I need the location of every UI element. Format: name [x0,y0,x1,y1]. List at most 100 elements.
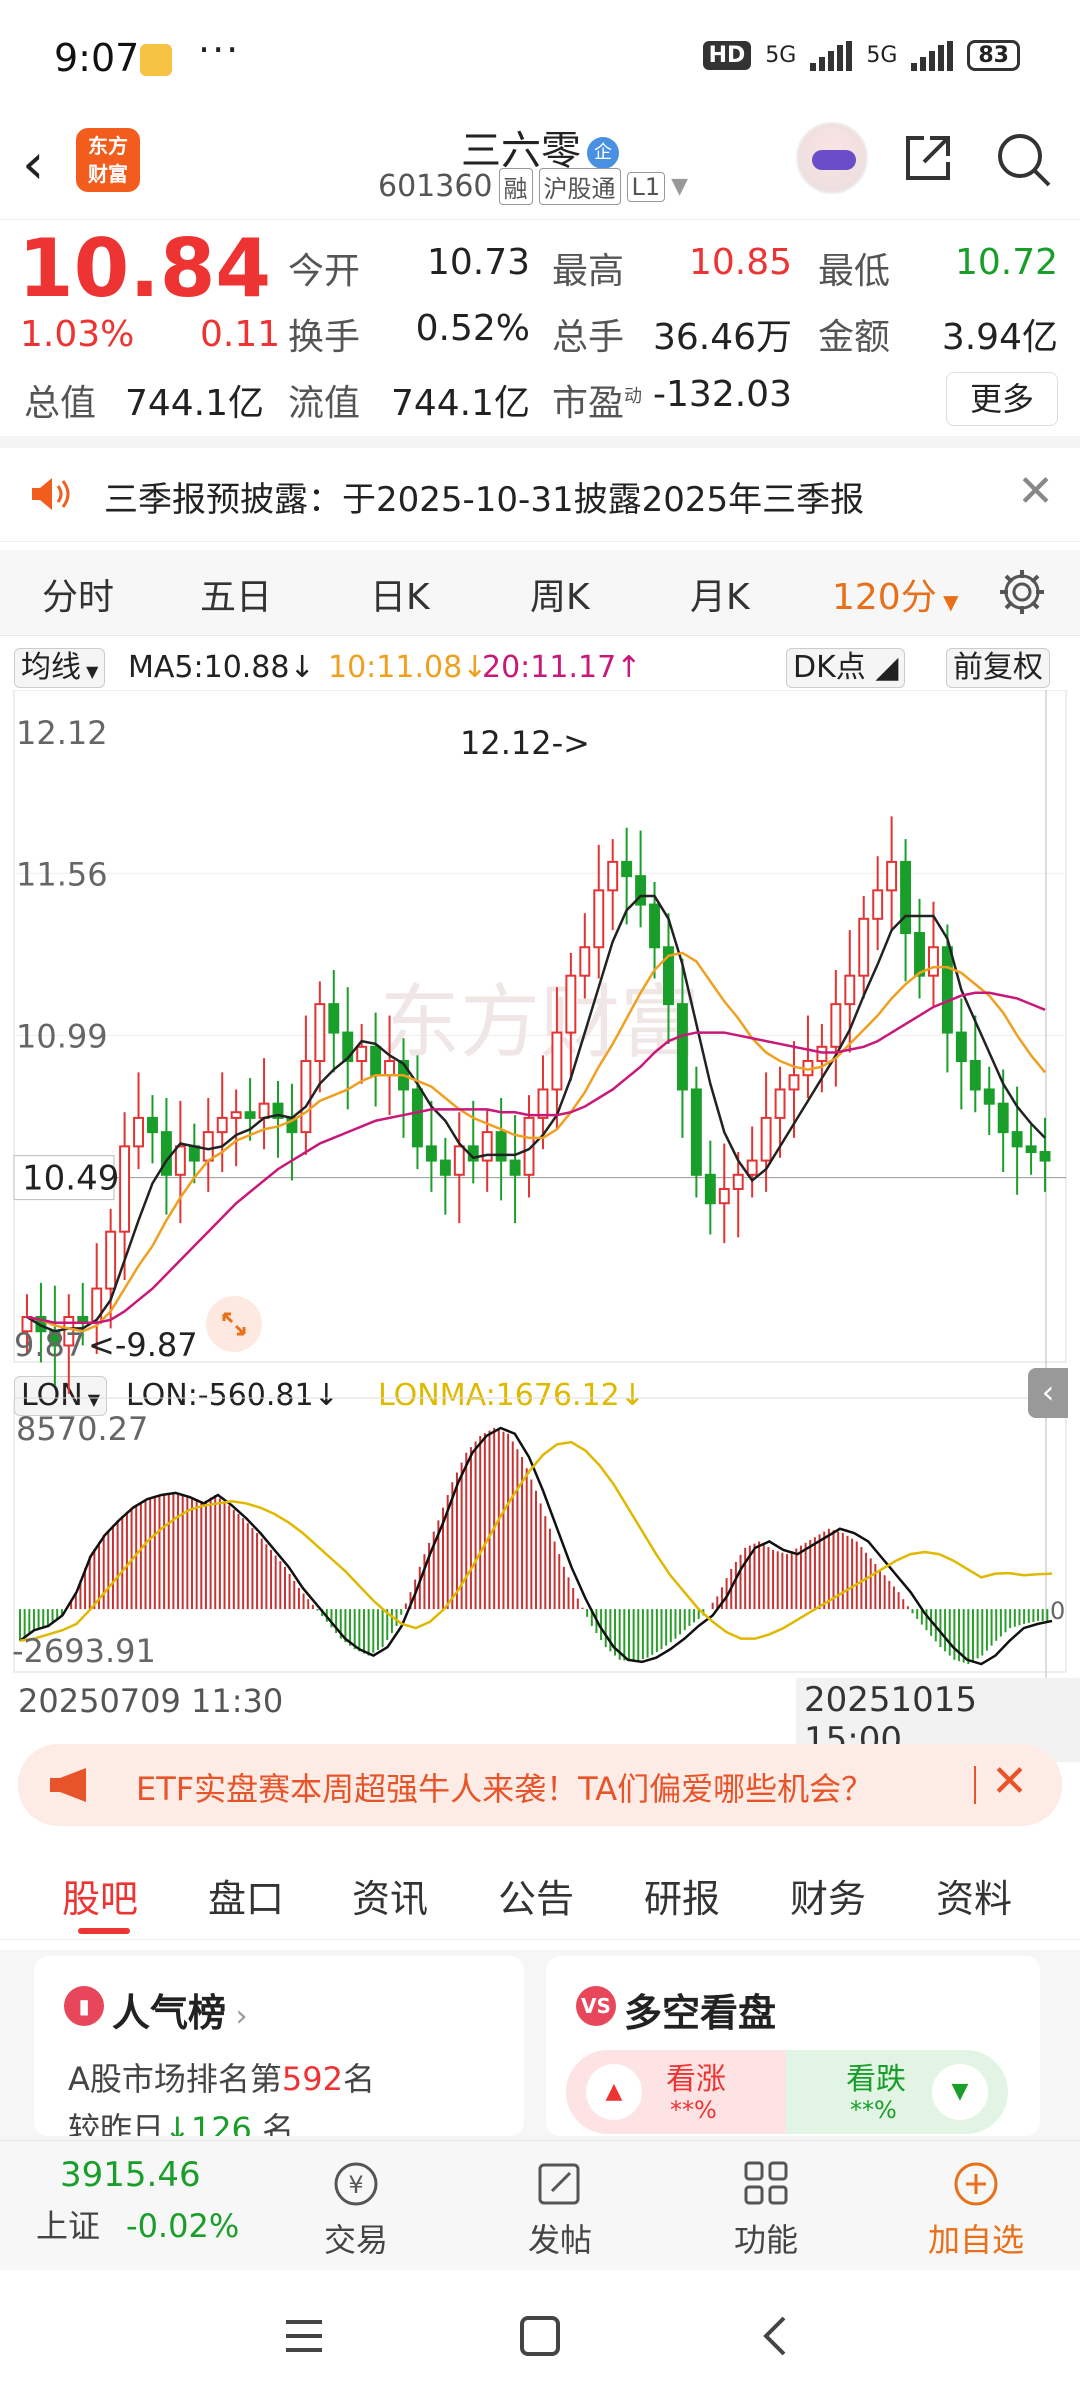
candle-body [105,1230,117,1290]
menu-icon[interactable] [282,2316,326,2356]
battery-icon: 83 [967,40,1020,71]
tab-120min[interactable]: 120分 ▼ [832,568,958,620]
y-tick-label: 12.12 [16,714,108,752]
tab-daily-k[interactable]: 日K [370,568,430,620]
high-label: 最高 [552,251,625,292]
level-tag: L1 [626,171,666,202]
home-icon[interactable] [518,2314,562,2358]
bull-bear-card[interactable]: VS 多空看盘 ▲ 看涨 **% 看跌 **% ▼ [546,1956,1040,2136]
change-percent: 1.03% [20,314,135,355]
tab-pankou[interactable]: 盘口 [208,1868,284,1923]
promo-banner[interactable]: ETF实盘赛本周超强牛人来袭！TA们偏爱哪些机会？ ✕ [18,1744,1062,1826]
chart-icon: ▮ [64,1986,104,2026]
collapse-panel-icon[interactable]: ‹ [1028,1368,1068,1418]
candle-body [774,1088,786,1119]
tab-profile[interactable]: 资料 [936,1868,1012,1923]
add-watchlist-button[interactable]: 加自选 [916,2159,1036,2261]
close-icon[interactable]: ✕ [1017,466,1054,517]
candle-body [202,1131,214,1162]
current-price-label: 10.49 [22,1159,119,1199]
post-button[interactable]: 发帖 [500,2159,620,2261]
search-icon[interactable] [994,130,1054,190]
candle-body [886,860,898,892]
candle-body [1039,1151,1051,1162]
earnings-notice[interactable]: 三季报预披露：于2025-10-31披露2025年三季报 ✕ [0,448,1080,542]
share-icon[interactable] [900,130,956,186]
down-arrow-icon: ▼ [932,2064,988,2120]
tab-research[interactable]: 研报 [644,1868,720,1923]
tab-intraday[interactable]: 分时 [42,568,114,620]
candle-body [955,1031,967,1063]
close-banner-icon[interactable]: ✕ [991,1756,1028,1807]
candle-body [997,1102,1009,1134]
fullscreen-button[interactable] [206,1296,262,1352]
candle-body [537,1088,549,1119]
lon-top-label: 8570.27 [16,1410,148,1448]
indicator-select[interactable]: 均线 ▼ [14,648,106,688]
bull-button[interactable]: ▲ 看涨 **% [566,2050,786,2134]
ma10-legend: 10:11.08↓ [328,650,488,685]
price-chart[interactable]: 东方财富 12.1211.5610.9910.4912.12-><-9.879.… [0,690,1080,1740]
market-cap-value: 744.1亿 [124,383,264,424]
candle-body [495,1131,507,1162]
candle-body [551,1031,563,1091]
status-icons: HD 5G 5G 83 [702,40,1020,71]
candle-body [858,917,870,977]
candle-body [565,974,577,1034]
trade-button[interactable]: ¥ 交易 [296,2159,416,2261]
tab-five-day[interactable]: 五日 [200,568,272,620]
market-cap-label: 总值 [24,383,97,424]
active-tab-indicator [78,1928,130,1934]
candle-body [579,946,591,977]
high-value: 10.85 [688,242,792,283]
float-cap-value: 744.1亿 [390,383,530,424]
adjust-select[interactable]: 前复权 [946,648,1050,688]
functions-button[interactable]: 功能 [706,2159,826,2261]
tab-monthly-k[interactable]: 月K [690,568,750,620]
expand-icon [222,1312,246,1336]
candle-body [927,946,939,977]
bear-button[interactable]: 看跌 **% ▼ [786,2050,1008,2134]
stock-code-row[interactable]: 601360 融 沪股通 L1 ▼ [378,168,688,205]
more-button[interactable]: 更多 [946,372,1058,426]
candle-body [816,1045,828,1063]
settings-gear-icon[interactable] [996,566,1048,618]
index-ticker[interactable]: 3915.46 上证 -0.02% [36,2155,266,2247]
candle-body [830,1003,842,1048]
add-circle-icon [954,2162,998,2206]
hd-icon: HD [702,41,752,70]
grid-icon [744,2161,788,2205]
candle-body [370,1045,382,1077]
clock: 9:07 [54,36,140,80]
popularity-card[interactable]: ▮ 人气榜 › A股市场排名第592名 较昨日↓126 名 [34,1956,524,2136]
candle-body [356,1045,368,1063]
back-nav-icon[interactable] [756,2314,796,2358]
status-bar: 9:07 ··· HD 5G 5G 83 [0,0,1080,110]
stock-header: ‹ 东方 财富 三六零企 601360 融 沪股通 L1 ▼ [0,110,1080,220]
info-cards: ▮ 人气榜 › A股市场排名第592名 较昨日↓126 名 VS 多空看盘 ▲ … [0,1950,1080,2140]
volume-value: 36.46万 [652,317,792,358]
tab-news[interactable]: 资讯 [352,1868,428,1923]
candle-body [1011,1131,1023,1148]
high-marker: 12.12-> [460,724,590,762]
candle-body [258,1102,270,1119]
tab-finance[interactable]: 财务 [790,1868,866,1923]
more-notifications-icon: ··· [198,28,241,72]
margin-tag: 融 [498,168,533,205]
assistant-avatar[interactable] [796,122,868,194]
megaphone-icon [50,1768,86,1802]
tab-guba[interactable]: 股吧 [62,1868,138,1923]
candle-body [704,1173,716,1205]
volume-label: 总手 [552,317,625,358]
candle-body [509,1159,521,1176]
amount-value: 3.94亿 [941,317,1058,358]
tab-announcements[interactable]: 公告 [498,1868,574,1923]
dk-select[interactable]: DK点 ◢ [786,648,906,688]
open-value: 10.73 [426,242,530,283]
candle-body [314,1003,326,1063]
content-tabs: 股吧 盘口 资讯 公告 研报 财务 资料 [0,1840,1080,1940]
candle-body [690,1088,702,1176]
tab-weekly-k[interactable]: 周K [530,568,590,620]
notice-text: 三季报预披露：于2025-10-31披露2025年三季报 [104,480,865,520]
signal-1-label: 5G [765,43,797,68]
